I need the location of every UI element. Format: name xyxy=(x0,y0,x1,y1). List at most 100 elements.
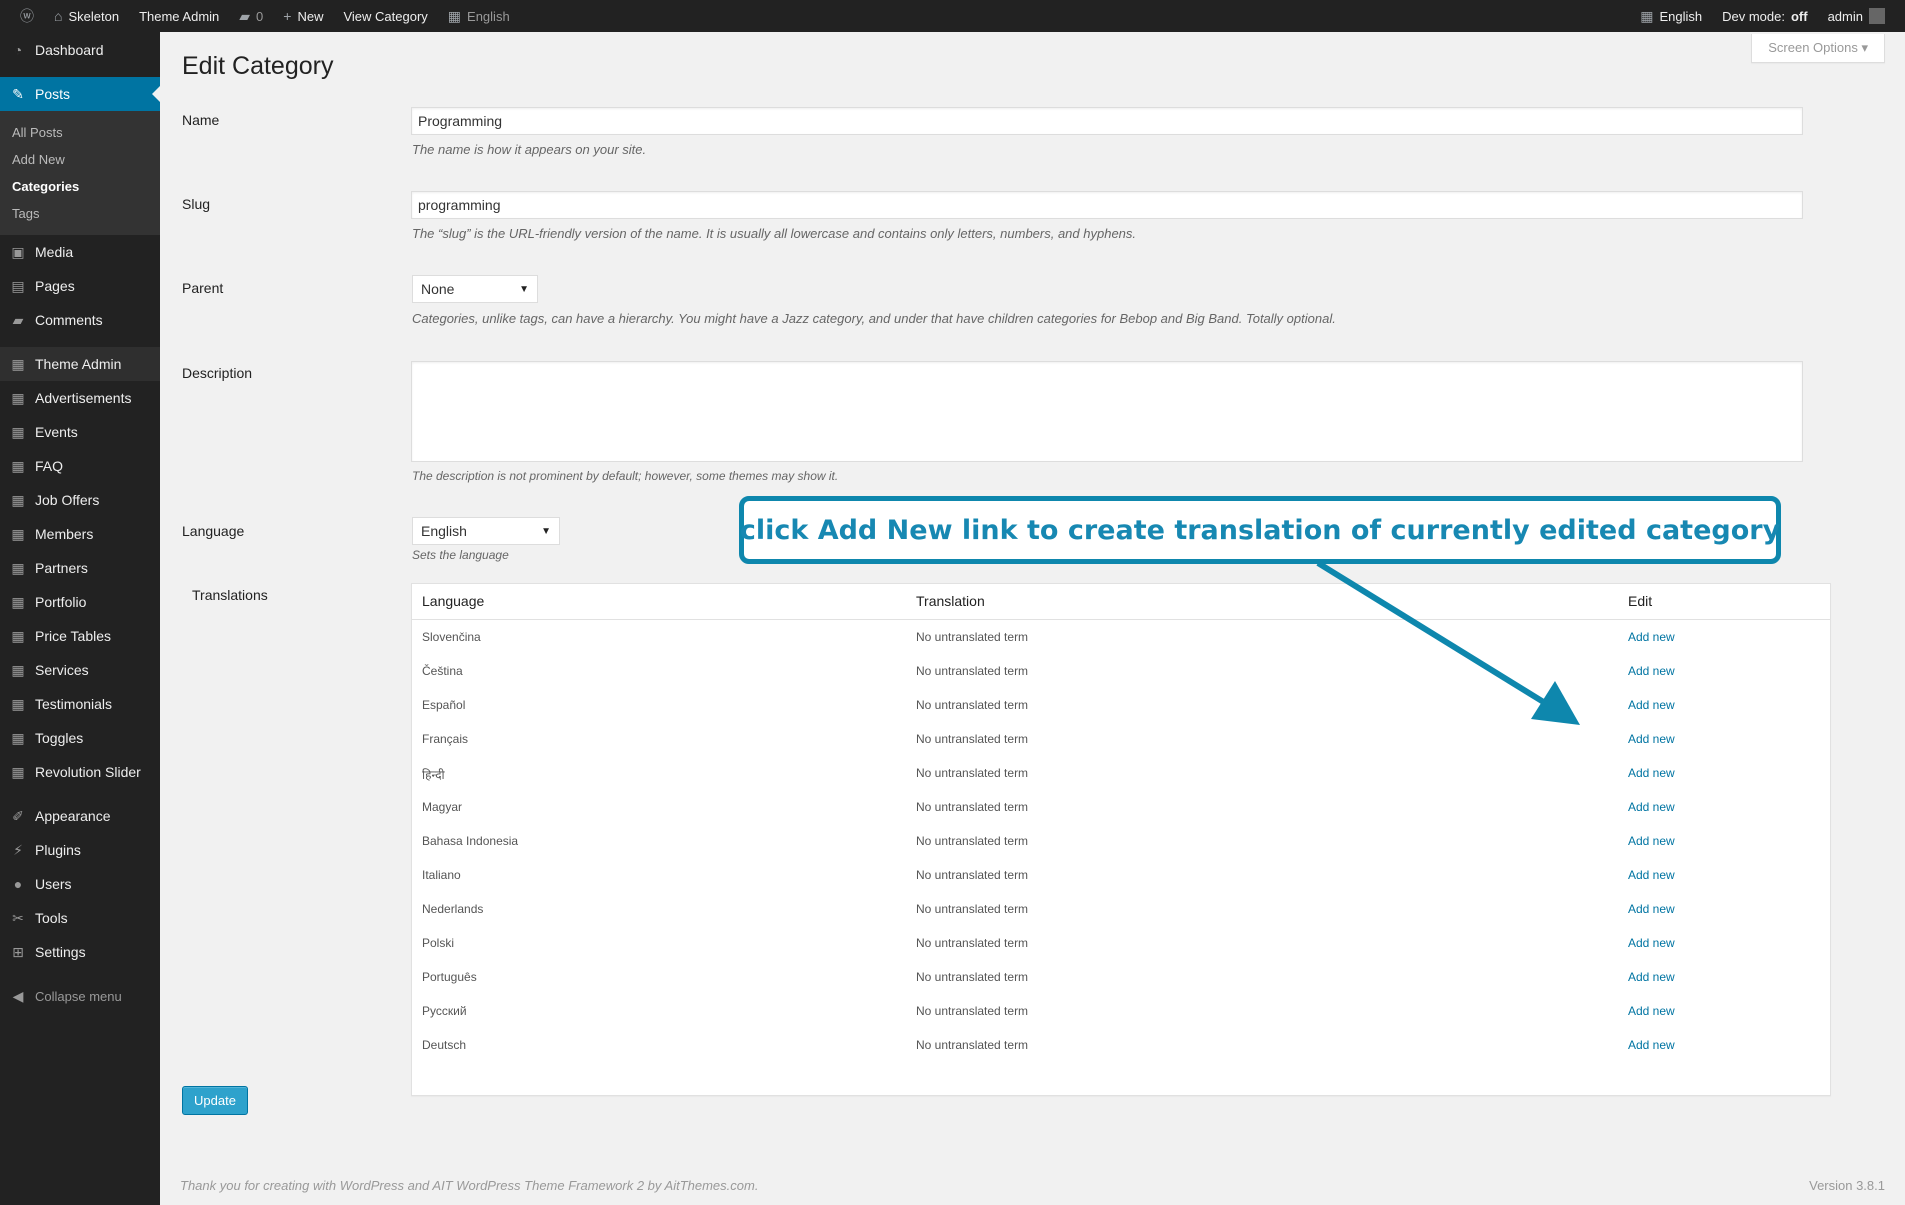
submenu-add-new[interactable]: Add New xyxy=(0,146,160,173)
sidebar-item-posts[interactable]: ✎ Posts xyxy=(0,77,160,111)
row-translation: No untranslated term xyxy=(916,698,1029,712)
name-input[interactable] xyxy=(411,107,1803,135)
add-new-link[interactable]: Add new xyxy=(1628,868,1675,882)
submenu-tags[interactable]: Tags xyxy=(0,200,160,227)
sidebar-item-dashboard[interactable]: ◔ Dashboard xyxy=(0,33,160,67)
admin-bar-wp-logo[interactable]: ⓦ xyxy=(10,0,44,32)
collapse-menu-button[interactable]: ◀ Collapse menu xyxy=(0,979,160,1013)
parent-label: Parent xyxy=(182,280,224,296)
header-language: Language xyxy=(422,593,485,609)
add-new-link[interactable]: Add new xyxy=(1628,936,1675,950)
add-new-link[interactable]: Add new xyxy=(1628,698,1675,712)
admin-sidebar: ◔ Dashboard ✎ Posts All Posts Add New Cate… xyxy=(0,32,160,1205)
chevron-down-icon: ▼ xyxy=(541,525,551,537)
row-language: Español xyxy=(422,698,466,712)
theme-admin-icon: ▦ xyxy=(11,355,25,372)
parent-hint: Categories, unlike tags, can have a hier… xyxy=(412,311,1336,326)
add-new-link[interactable]: Add new xyxy=(1628,970,1675,984)
update-button[interactable]: Update xyxy=(182,1086,248,1115)
sidebar-item-plugins[interactable]: ⚡ Plugins xyxy=(0,833,160,867)
submenu-categories[interactable]: Categories xyxy=(0,173,160,200)
add-new-link[interactable]: Add new xyxy=(1628,664,1675,678)
admin-bar-theme-admin[interactable]: Theme Admin xyxy=(129,0,229,32)
sidebar-item-media[interactable]: ▣ Media xyxy=(0,235,160,269)
description-textarea[interactable] xyxy=(411,361,1803,462)
admin-bar: ⓦ ⌂ Skeleton Theme Admin ▰ 0 + New View Cat… xyxy=(0,0,1905,32)
screen-options-button[interactable]: Screen Options ▾ xyxy=(1751,34,1885,63)
admin-bar-user[interactable]: admin xyxy=(1818,0,1895,32)
sidebar-item-testimonials[interactable]: ▦ Testimonials xyxy=(0,687,160,721)
language-select[interactable]: English ▼ xyxy=(412,517,560,545)
row-language: Bahasa Indonesia xyxy=(422,834,519,848)
submenu-all-posts[interactable]: All Posts xyxy=(0,119,160,146)
row-translation: No untranslated term xyxy=(916,630,1029,644)
add-new-link[interactable]: Add new xyxy=(1628,1004,1675,1018)
sidebar-item-members[interactable]: ▦ Members xyxy=(0,517,160,551)
chevron-down-icon: ▼ xyxy=(519,283,529,295)
table-row: Português No untranslated term Add new xyxy=(412,960,1830,994)
sidebar-item-settings[interactable]: ⊞ Settings xyxy=(0,935,160,969)
sidebar-item-portfolio[interactable]: ▦ Portfolio xyxy=(0,585,160,619)
flag-icon: ▦ xyxy=(447,7,462,24)
row-language: Nederlands xyxy=(422,902,484,916)
admin-bar-new[interactable]: + New xyxy=(273,0,333,32)
settings-icon: ⊞ xyxy=(12,943,24,960)
add-new-link[interactable]: Add new xyxy=(1628,834,1675,848)
add-new-link[interactable]: Add new xyxy=(1628,1038,1675,1052)
sidebar-item-theme-admin[interactable]: ▦ Theme Admin xyxy=(0,347,160,381)
add-new-link[interactable]: Add new xyxy=(1628,902,1675,916)
table-row: Slovenčina No untranslated term Add new xyxy=(412,620,1830,654)
row-language: Français xyxy=(422,732,469,746)
portfolio-icon: ▦ xyxy=(11,593,25,610)
name-label: Name xyxy=(182,112,220,128)
sidebar-item-revolution-slider[interactable]: ▦ Revolution Slider xyxy=(0,755,160,789)
revolution-slider-icon: ▦ xyxy=(11,763,25,780)
page-title: Edit Category xyxy=(182,52,334,80)
row-translation: No untranslated term xyxy=(916,732,1029,746)
admin-bar-language[interactable]: ▦ English xyxy=(438,0,520,32)
row-translation: No untranslated term xyxy=(916,902,1029,916)
toggles-icon: ▦ xyxy=(11,729,25,746)
user-icon: ● xyxy=(13,876,23,892)
translations-label: Translations xyxy=(192,587,268,603)
admin-bar-dev-mode[interactable]: Dev mode: off xyxy=(1712,0,1817,32)
dashboard-icon: ◔ xyxy=(13,42,23,58)
admin-bar-view-category[interactable]: View Category xyxy=(333,0,437,32)
admin-bar-language-switch[interactable]: ▦ English xyxy=(1630,0,1712,32)
add-new-link[interactable]: Add new xyxy=(1628,800,1675,814)
row-language: Čeština xyxy=(422,664,463,678)
sidebar-item-tools[interactable]: ✂ Tools xyxy=(0,901,160,935)
row-language: Русский xyxy=(422,1004,467,1018)
sidebar-item-appearance[interactable]: ✐ Appearance xyxy=(0,799,160,833)
row-translation: No untranslated term xyxy=(916,1004,1029,1018)
table-row: Español No untranslated term Add new xyxy=(412,688,1830,722)
admin-bar-comments[interactable]: ▰ 0 xyxy=(229,0,273,32)
table-row: Français No untranslated term Add new xyxy=(412,722,1830,756)
sidebar-item-toggles[interactable]: ▦ Toggles xyxy=(0,721,160,755)
collapse-icon: ◀ xyxy=(12,987,24,1004)
row-language: Slovenčina xyxy=(422,630,481,644)
add-new-link[interactable]: Add new xyxy=(1628,766,1675,780)
sidebar-item-services[interactable]: ▦ Services xyxy=(0,653,160,687)
sidebar-item-advertisements[interactable]: ▦ Advertisements xyxy=(0,381,160,415)
sidebar-item-job-offers[interactable]: ▦ Job Offers xyxy=(0,483,160,517)
admin-bar-site-name[interactable]: ⌂ Skeleton xyxy=(44,0,129,32)
chevron-down-icon: ▾ xyxy=(1861,40,1868,55)
comment-icon: ▰ xyxy=(239,7,251,24)
parent-select[interactable]: None ▼ xyxy=(412,275,538,303)
wordpress-logo-icon: ⓦ xyxy=(20,8,34,24)
add-new-link[interactable]: Add new xyxy=(1628,732,1675,746)
sidebar-item-partners[interactable]: ▦ Partners xyxy=(0,551,160,585)
sidebar-item-pages[interactable]: ▤ Pages xyxy=(0,269,160,303)
add-new-link[interactable]: Add new xyxy=(1628,630,1675,644)
row-translation: No untranslated term xyxy=(916,834,1029,848)
sidebar-item-users[interactable]: ● Users xyxy=(0,867,160,901)
sidebar-item-price-tables[interactable]: ▦ Price Tables xyxy=(0,619,160,653)
sidebar-item-events[interactable]: ▦ Events xyxy=(0,415,160,449)
sidebar-item-faq[interactable]: ▦ FAQ xyxy=(0,449,160,483)
sidebar-item-comments[interactable]: ▰ Comments xyxy=(0,303,160,337)
slug-input[interactable] xyxy=(411,191,1803,219)
members-icon: ▦ xyxy=(11,525,25,542)
row-translation: No untranslated term xyxy=(916,664,1029,678)
services-icon: ▦ xyxy=(11,661,25,678)
